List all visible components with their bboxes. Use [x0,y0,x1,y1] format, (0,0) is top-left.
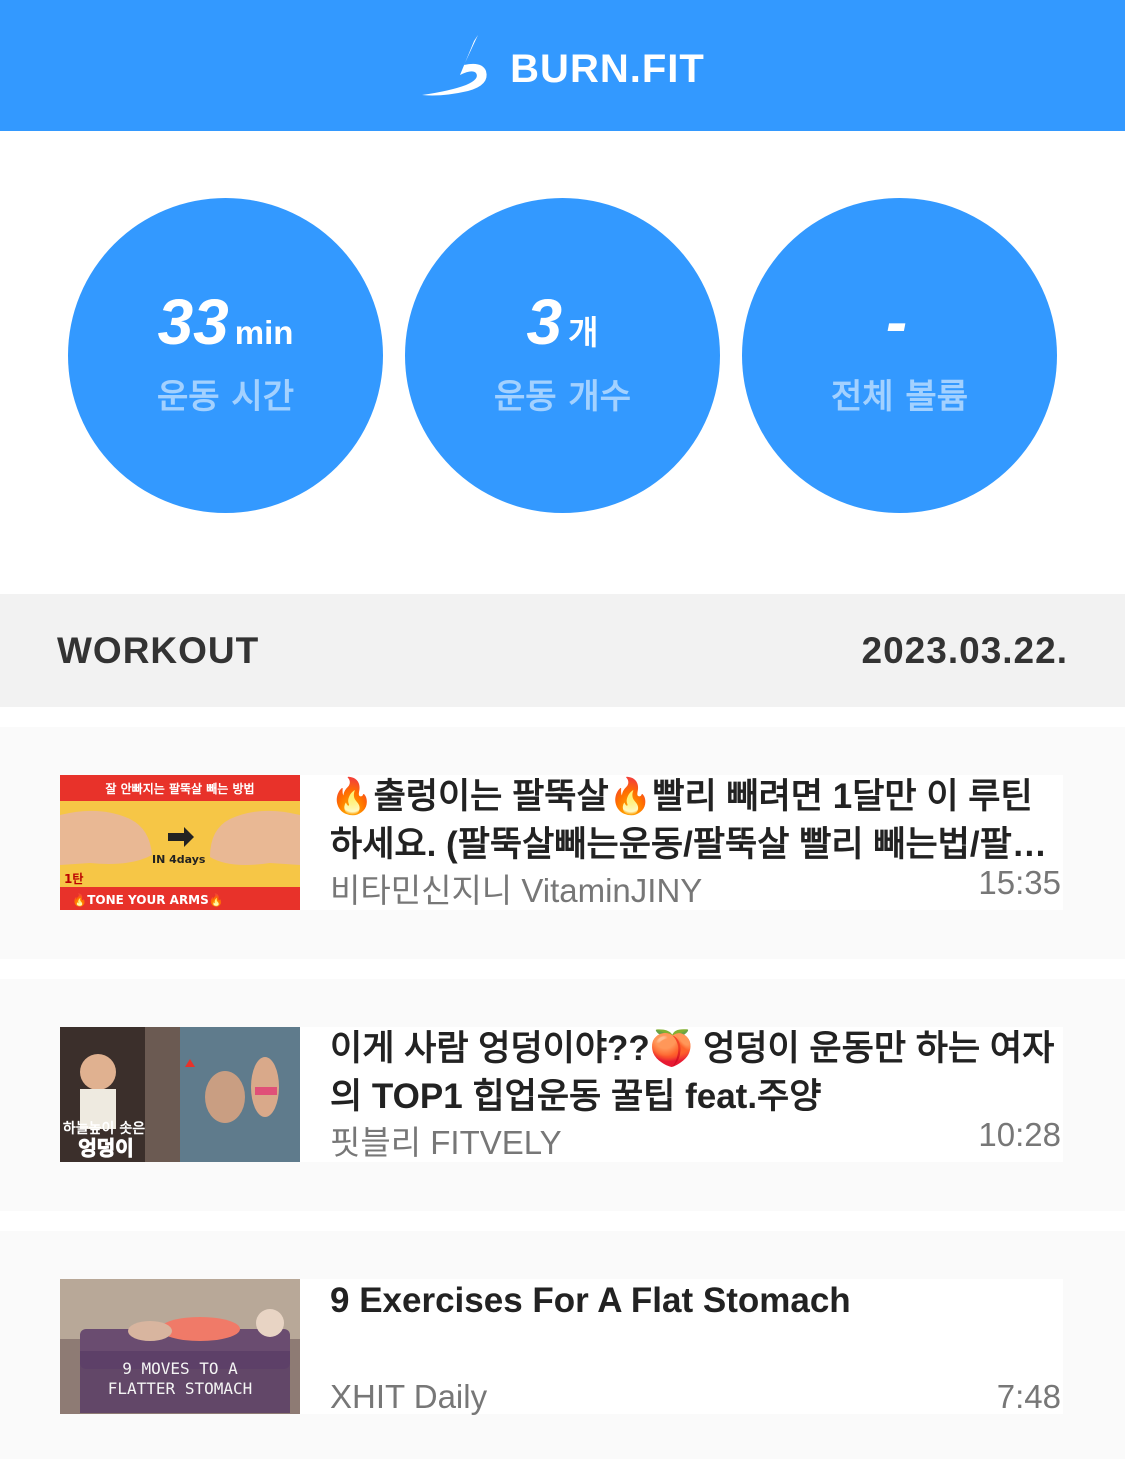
video-meta: XHIT Daily 7:48 [330,1378,1061,1416]
app-header: BURN.FIT [0,0,1125,131]
stat-total-volume: - 전체 볼륨 [742,198,1057,513]
brand-name: BURN.FIT [510,47,705,91]
video-thumbnail[interactable]: 잘 안빠지는 팔뚝살 빼는 방법 IN 4days 1탄 🔥TONE YOUR … [60,775,300,910]
stat-workout-count: 3 개 운동 개수 [405,198,720,513]
stat-value: - [885,286,908,358]
video-item[interactable]: 하늘높이 솟은 엉덩이 이게 사람 엉덩이야??🍑 엉덩이 운동만 하는 여자의… [0,979,1125,1211]
stat-unit: 개 [568,314,599,351]
thumb-line2: FLATTER STOMACH [108,1379,253,1398]
thumb-middle-text: IN 4days [152,853,206,866]
video-title[interactable]: 이게 사람 엉덩이야??🍑 엉덩이 운동만 하는 여자의 TOP1 힙업운동 꿀… [330,1025,1061,1121]
video-duration: 15:35 [978,864,1061,901]
video-meta: 비타민신지니 VitaminJINY 15:35 [330,864,1061,912]
video-info[interactable]: 🔥출렁이는 팔뚝살🔥빨리 빼려면 1달만 이 루틴 하세요. (팔뚝살빼는운동/… [300,775,1063,910]
stat-value: 3 [526,286,563,358]
thumb-top-text: 잘 안빠지는 팔뚝살 빼는 방법 [105,781,254,796]
stat-label: 전체 볼륨 [831,377,968,417]
video-thumbnail[interactable]: 9 MOVES TO A FLATTER STOMACH [60,1279,300,1414]
video-channel: XHIT Daily [330,1378,488,1415]
video-meta: 핏블리 FITVELY 10:28 [330,1116,1061,1164]
video-item[interactable]: 9 MOVES TO A FLATTER STOMACH 9 Exercises… [0,1231,1125,1459]
stat-workout-time: 33 min 운동 시간 [68,198,383,513]
video-duration: 7:48 [996,1378,1061,1415]
video-item[interactable]: 잘 안빠지는 팔뚝살 빼는 방법 IN 4days 1탄 🔥TONE YOUR … [0,727,1125,959]
video-info[interactable]: 이게 사람 엉덩이야??🍑 엉덩이 운동만 하는 여자의 TOP1 힙업운동 꿀… [300,1027,1063,1162]
thumb-bottom-text: 🔥TONE YOUR ARMS🔥 [72,893,223,907]
section-date: 2023.03.22. [861,629,1068,671]
workout-section-header: WORKOUT 2023.03.22. [0,594,1125,707]
video-duration: 10:28 [978,1116,1061,1153]
video-channel: 핏블리 FITVELY [330,1124,562,1161]
video-title[interactable]: 9 Exercises For A Flat Stomach [330,1277,1061,1325]
stat-label: 운동 시간 [157,377,294,417]
stat-label: 운동 개수 [494,377,631,417]
video-info[interactable]: 9 Exercises For A Flat Stomach XHIT Dail… [300,1277,1063,1416]
burnfit-logo-icon [422,34,487,95]
thumb-line1: 9 MOVES TO A [122,1359,238,1378]
thumb-line1: 하늘높이 솟은 [63,1120,145,1137]
stats-summary: 33 min 운동 시간 3 개 운동 개수 - 전체 볼륨 [0,131,1125,594]
section-title: WORKOUT [57,629,260,671]
thumb-badge: 1탄 [64,871,83,886]
video-thumbnail[interactable]: 하늘높이 솟은 엉덩이 [60,1027,300,1162]
stat-value: 33 [157,286,229,358]
stat-unit: min [234,314,294,351]
video-channel: 비타민신지니 VitaminJINY [330,872,703,909]
video-title[interactable]: 🔥출렁이는 팔뚝살🔥빨리 빼려면 1달만 이 루틴 하세요. (팔뚝살빼는운동/… [330,773,1061,869]
thumb-line2: 엉덩이 [78,1136,133,1160]
